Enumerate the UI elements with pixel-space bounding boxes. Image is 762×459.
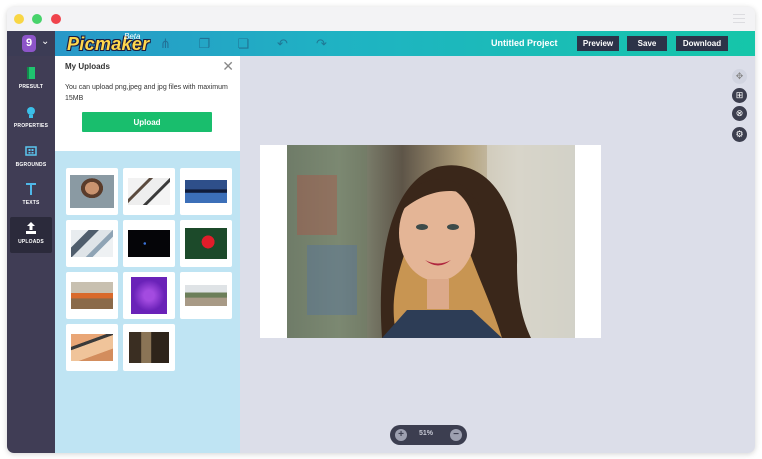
nav-label: TEXTS	[22, 200, 40, 206]
project-title[interactable]: Untitled Project	[491, 38, 558, 48]
minimize-button[interactable]	[14, 14, 24, 24]
copy-icon[interactable]: ❐	[198, 37, 211, 50]
nav-item-presult[interactable]: PRESULT	[10, 62, 52, 98]
text-icon	[26, 183, 36, 195]
upload-button[interactable]: Upload	[82, 112, 212, 132]
nav-item-properties[interactable]: PROPERTIES	[10, 101, 52, 137]
upload-icon	[26, 222, 36, 234]
beta-badge: Beta	[124, 32, 141, 41]
zoom-in-button[interactable]: +	[395, 429, 407, 441]
artboard[interactable]	[260, 145, 601, 338]
nav-label: UPLOADS	[18, 239, 44, 245]
settings-icon[interactable]: ⚙	[732, 127, 747, 142]
app-window: 9 ⌄ Picmaker Beta ⋔ ❐ ❏ ↶ ↷ Untitled Pro…	[7, 7, 755, 453]
save-button[interactable]: Save	[627, 36, 667, 51]
move-icon[interactable]: ✥	[732, 69, 747, 84]
upload-thumbnail[interactable]	[123, 324, 175, 371]
paste-icon[interactable]: ❏	[237, 37, 250, 50]
grid-icon	[25, 146, 37, 156]
canvas-workspace: ✥ ⊞ ⊗ ⚙ + 51% −	[240, 56, 755, 453]
zoom-level: 51%	[419, 430, 434, 437]
nav-label: PROPERTIES	[13, 123, 49, 129]
uploads-panel: My Uploads ✕ You can upload png,jpeg and…	[55, 56, 240, 453]
left-sidebar: PRESULT PROPERTIES BGROUNDS TEXTS UPLOAD…	[7, 56, 55, 453]
upload-thumbnail[interactable]	[66, 220, 118, 267]
logo-menu[interactable]: 9 ⌄	[7, 31, 55, 56]
nav-item-texts[interactable]: TEXTS	[10, 178, 52, 214]
nav-label: BGROUNDS	[15, 162, 47, 168]
maximize-button[interactable]	[32, 14, 42, 24]
upload-thumbnail[interactable]	[123, 220, 175, 267]
canvas-photo[interactable]	[287, 145, 575, 338]
chevron-down-icon: ⌄	[41, 36, 50, 47]
zoom-out-button[interactable]: −	[450, 429, 462, 441]
upload-thumbnail[interactable]	[66, 168, 118, 215]
portrait-image	[287, 145, 575, 338]
nav-item-uploads[interactable]: UPLOADS	[10, 217, 52, 253]
uploads-panel-header: My Uploads ✕ You can upload png,jpeg and…	[55, 56, 240, 151]
layers-icon[interactable]: ⊗	[732, 106, 747, 121]
grid-toggle-icon[interactable]: ⊞	[732, 88, 747, 103]
close-window-button[interactable]	[51, 14, 61, 24]
upload-thumbnail[interactable]	[180, 272, 232, 319]
bulb-icon	[27, 107, 35, 118]
panel-title: My Uploads	[65, 62, 110, 71]
upload-thumbnail[interactable]	[123, 272, 175, 319]
logo-icon: 9	[22, 35, 36, 52]
menu-icon[interactable]	[733, 14, 745, 23]
zoom-control: + 51% −	[390, 425, 467, 445]
title-bar	[7, 7, 755, 30]
redo-icon[interactable]: ↷	[315, 37, 328, 50]
upload-thumbnail[interactable]	[123, 168, 175, 215]
nav-item-bgrounds[interactable]: BGROUNDS	[10, 140, 52, 176]
upload-thumbnail[interactable]	[66, 272, 118, 319]
undo-icon[interactable]: ↶	[276, 37, 289, 50]
upload-instructions: You can upload png,jpeg and jpg files wi…	[65, 84, 228, 102]
upload-thumbnail[interactable]	[180, 220, 232, 267]
top-toolbar: 9 ⌄ Picmaker Beta ⋔ ❐ ❏ ↶ ↷ Untitled Pro…	[7, 31, 755, 56]
close-icon[interactable]: ✕	[222, 58, 234, 75]
nav-label: PRESULT	[18, 84, 44, 90]
upload-thumbnail[interactable]	[66, 324, 118, 371]
preview-button[interactable]: Preview	[577, 36, 619, 51]
download-button[interactable]: Download	[676, 36, 728, 51]
upload-thumbnail[interactable]	[180, 168, 232, 215]
book-icon	[27, 67, 35, 79]
connect-icon[interactable]: ⋔	[159, 37, 172, 50]
